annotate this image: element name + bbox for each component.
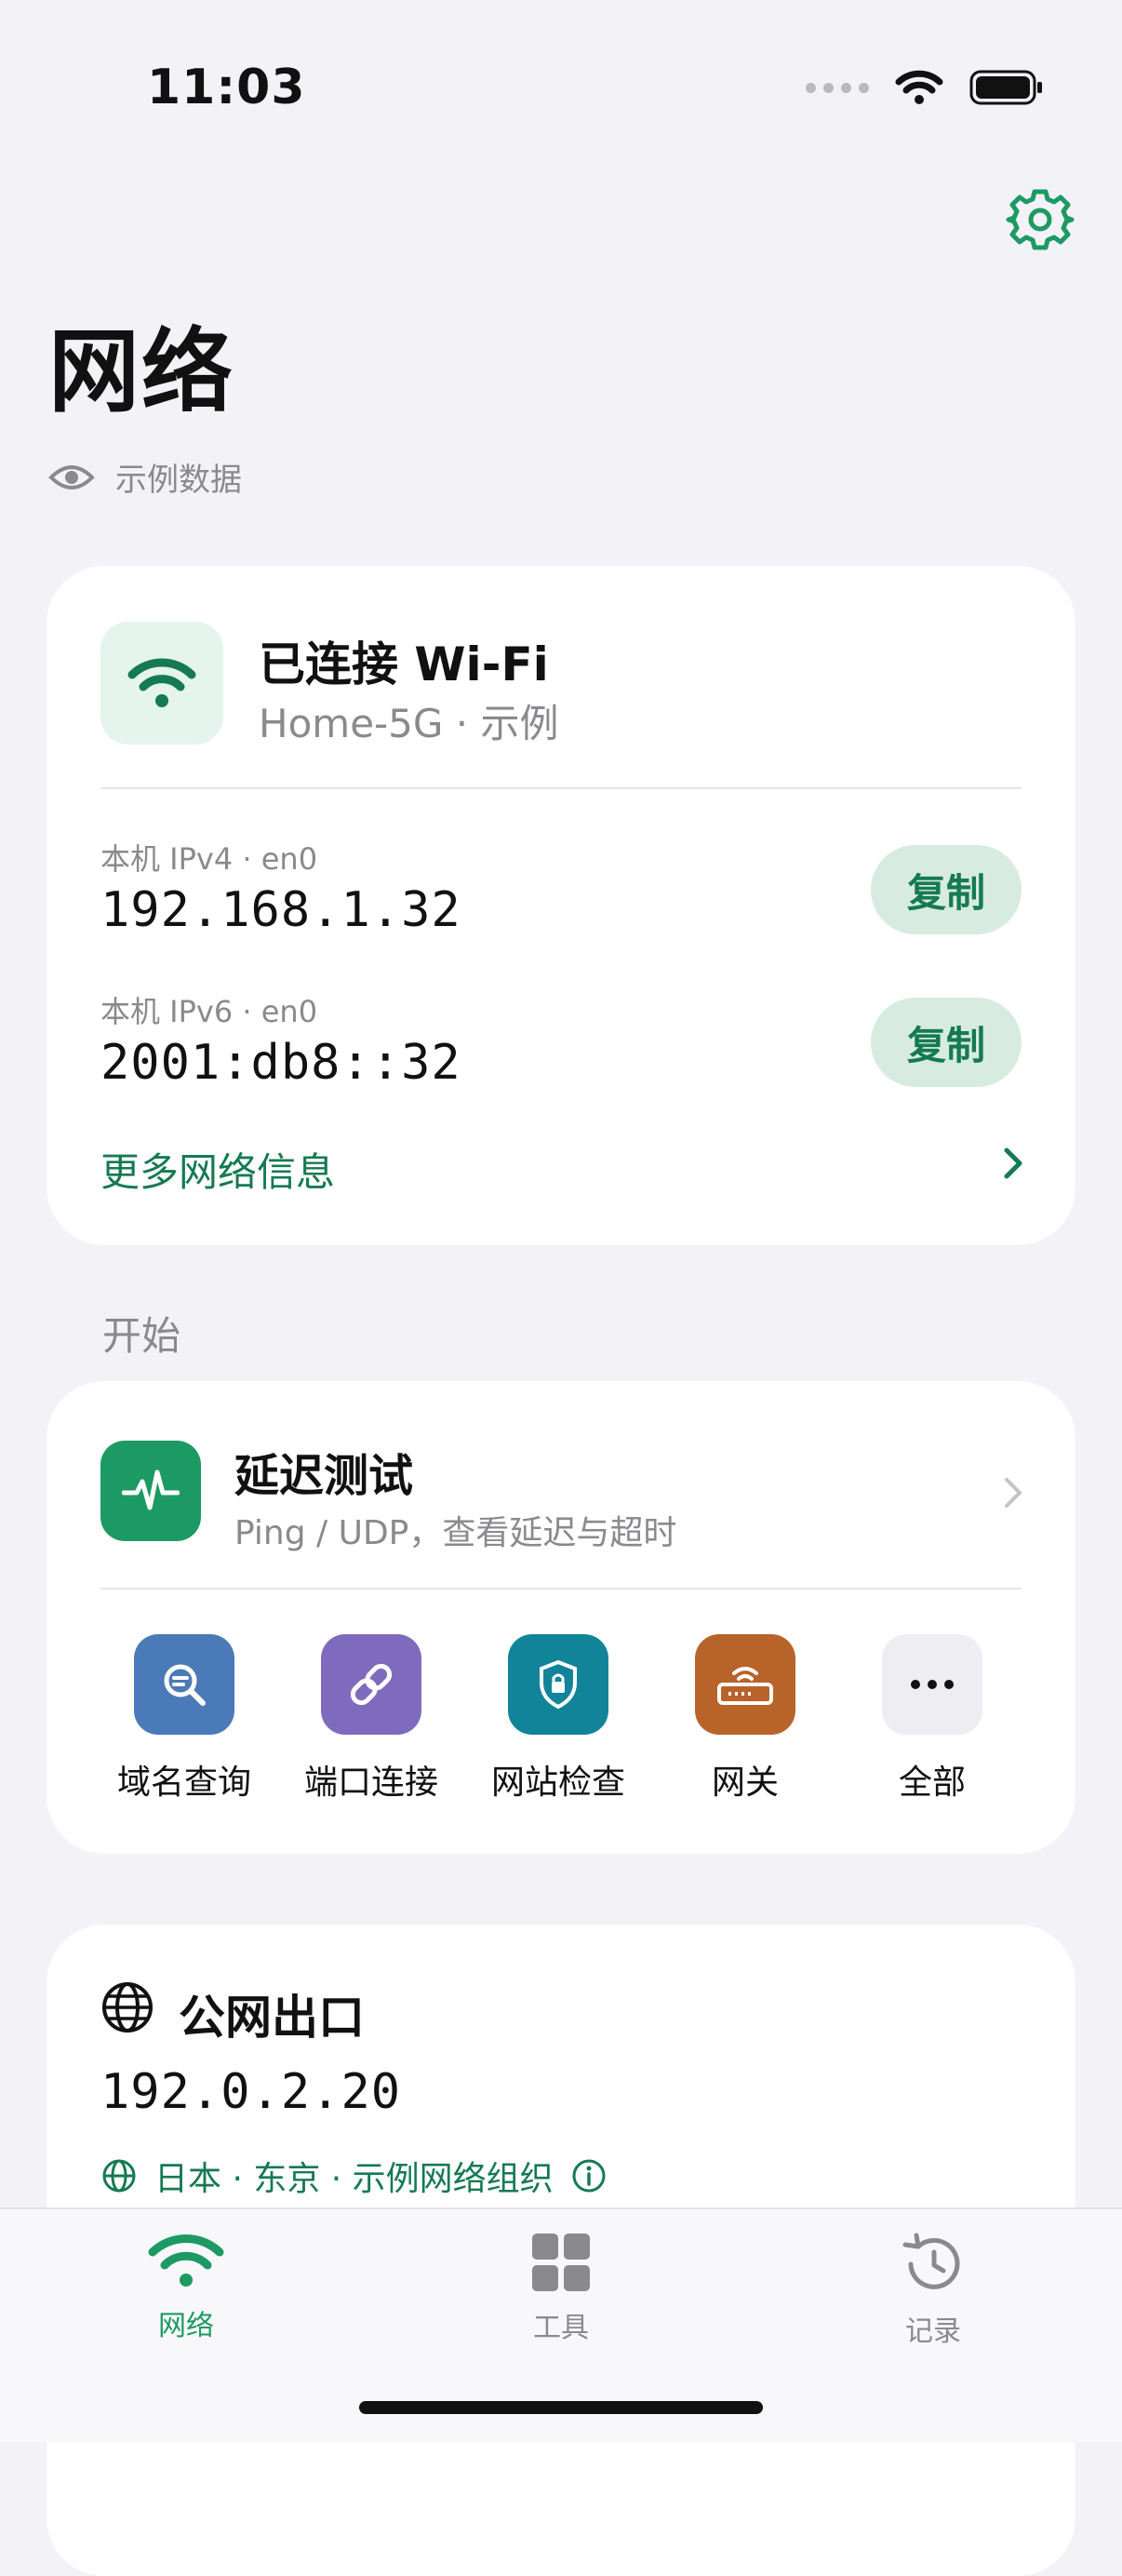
home-indicator[interactable] bbox=[359, 2401, 763, 2414]
ping-title: 延迟测试 bbox=[234, 1450, 414, 1502]
battery-icon bbox=[969, 70, 1042, 105]
ipv6-value: 2001:db8::32 bbox=[100, 1035, 461, 1091]
public-location: 日本 · 东京 · 示例网络组织 bbox=[100, 2152, 608, 2200]
section-title-start: 开始 bbox=[102, 1313, 181, 1359]
tab-tools[interactable]: 工具 bbox=[459, 2232, 663, 2345]
ipv6-label: 本机 IPv6 · en0 bbox=[100, 994, 318, 1029]
sample-data-indicator: 示例数据 bbox=[48, 454, 242, 500]
tool-label: 全部 bbox=[898, 1764, 966, 1802]
tool-all[interactable]: 全部 bbox=[839, 1634, 1025, 1804]
tool-gateway[interactable]: 网关 bbox=[652, 1634, 838, 1804]
ping-subtitle: Ping / UDP，查看延迟与超时 bbox=[234, 1514, 677, 1552]
grid-icon bbox=[532, 2234, 590, 2291]
wifi-card: 已连接 Wi-Fi Home-5G · 示例 本机 IPv4 · en0 192… bbox=[47, 566, 1075, 1245]
link-icon bbox=[321, 1634, 421, 1735]
page-title: 网络 bbox=[48, 319, 235, 425]
wifi-title: 已连接 Wi-Fi bbox=[259, 637, 549, 691]
tool-label: 端口连接 bbox=[303, 1764, 438, 1802]
wifi-badge bbox=[100, 622, 223, 745]
wifi-network-name: Home-5G · 示例 bbox=[259, 701, 559, 746]
tab-history[interactable]: 记录 bbox=[831, 2232, 1035, 2349]
chevron-right-icon[interactable] bbox=[999, 1145, 1027, 1182]
public-egress-title: 公网出口 bbox=[179, 1991, 365, 2045]
wifi-icon bbox=[127, 658, 196, 707]
cellular-dots-icon bbox=[806, 82, 869, 93]
magnifier-icon bbox=[134, 1634, 234, 1735]
tool-dns-lookup[interactable]: 域名查询 bbox=[91, 1634, 277, 1804]
eye-icon bbox=[48, 464, 95, 490]
ipv4-label: 本机 IPv4 · en0 bbox=[100, 841, 318, 877]
tool-label: 域名查询 bbox=[116, 1764, 251, 1802]
globe-small-icon bbox=[102, 2159, 136, 2193]
tab-network[interactable]: 网络 bbox=[84, 2232, 288, 2343]
location-text: 日本 · 东京 · 示例网络组织 bbox=[154, 2160, 554, 2198]
shield-lock-icon bbox=[508, 1634, 608, 1735]
public-ip-value: 192.0.2.20 bbox=[100, 2064, 402, 2120]
settings-gear-icon[interactable] bbox=[1005, 184, 1075, 255]
tab-label: 网络 bbox=[158, 2310, 214, 2342]
status-icons bbox=[806, 69, 1044, 106]
globe-icon bbox=[102, 1982, 153, 2033]
tool-label: 网关 bbox=[711, 1764, 779, 1802]
ipv4-value: 192.168.1.32 bbox=[100, 882, 461, 938]
tools-card: 延迟测试 Ping / UDP，查看延迟与超时 域名查询 端口连接 网站检查 网… bbox=[47, 1381, 1075, 1854]
ping-icon-badge bbox=[100, 1441, 201, 1541]
tab-label: 工具 bbox=[533, 2312, 589, 2344]
divider bbox=[100, 787, 1022, 789]
ping-test-row[interactable]: 延迟测试 Ping / UDP，查看延迟与超时 bbox=[47, 1381, 1075, 1591]
tool-label: 网站检查 bbox=[490, 1764, 625, 1802]
copy-ipv6-button[interactable]: 复制 bbox=[871, 998, 1022, 1087]
tab-label: 记录 bbox=[905, 2315, 961, 2348]
router-icon bbox=[695, 1634, 795, 1735]
chevron-right-icon bbox=[1005, 1478, 1022, 1508]
tool-port-connect[interactable]: 端口连接 bbox=[278, 1634, 464, 1804]
waveform-icon bbox=[122, 1469, 180, 1510]
divider bbox=[100, 1588, 1022, 1590]
history-icon bbox=[902, 2233, 960, 2289]
status-time: 11:03 bbox=[147, 60, 306, 115]
more-network-info-link[interactable]: 更多网络信息 bbox=[100, 1141, 335, 1198]
more-icon bbox=[882, 1634, 982, 1735]
tool-website-check[interactable]: 网站检查 bbox=[465, 1634, 651, 1804]
sample-data-label: 示例数据 bbox=[115, 462, 242, 499]
info-icon[interactable] bbox=[570, 2157, 608, 2194]
wifi-icon bbox=[148, 2234, 224, 2287]
copy-ipv4-button[interactable]: 复制 bbox=[871, 845, 1022, 934]
wifi-status-icon bbox=[895, 70, 943, 104]
